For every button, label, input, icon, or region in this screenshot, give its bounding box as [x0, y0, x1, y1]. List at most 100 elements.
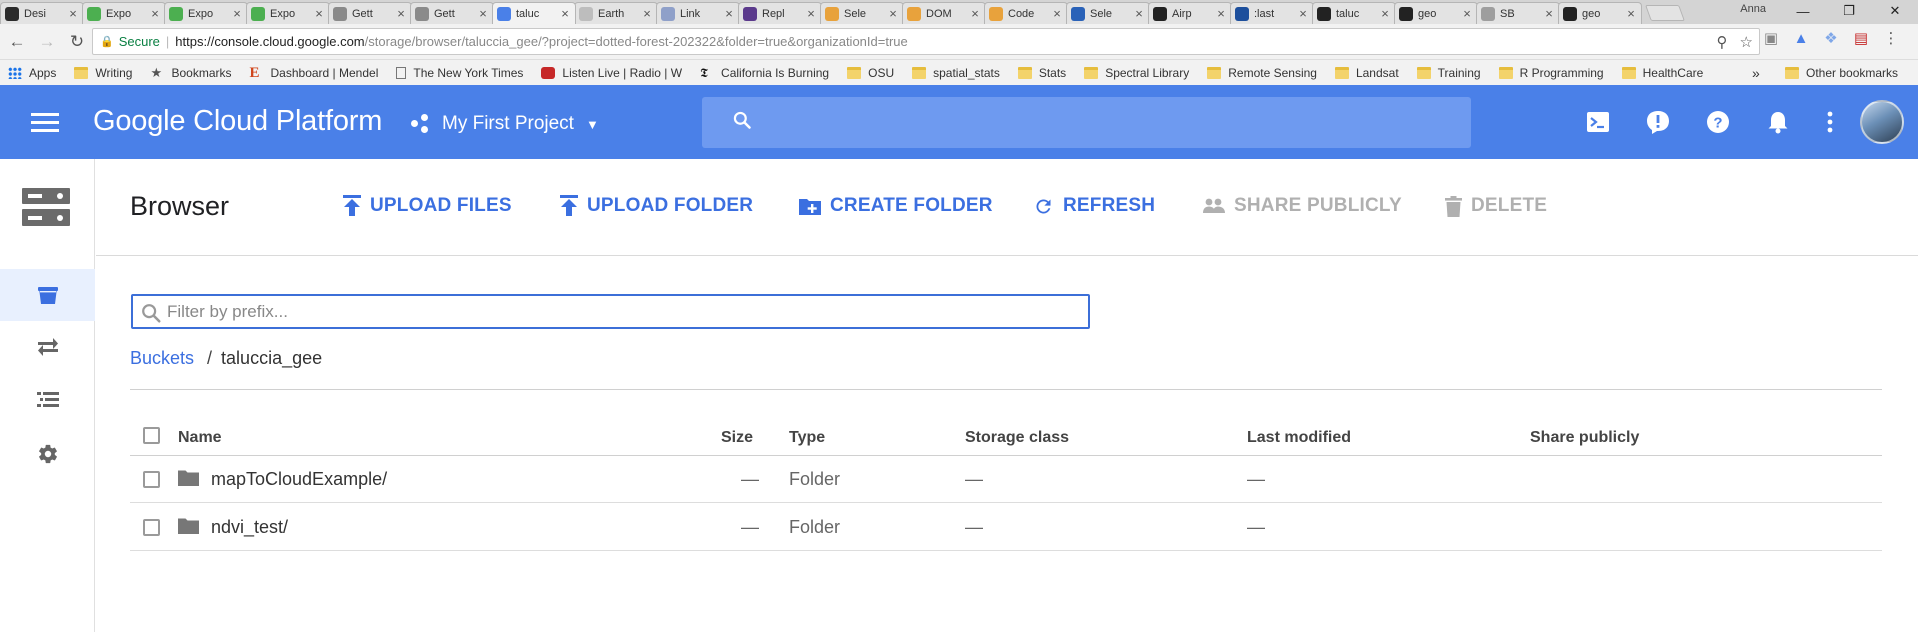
maximize-icon[interactable]: ❐	[1826, 0, 1872, 22]
new-tab-button[interactable]	[1645, 5, 1685, 21]
bookmark-item[interactable]: E Dashboard | Mendel	[250, 65, 379, 80]
browser-tab[interactable]: Earth ×	[574, 2, 658, 24]
tab-close-icon[interactable]: ×	[313, 6, 325, 21]
row-name-link[interactable]: ndvi_test/	[211, 517, 288, 538]
browser-tab[interactable]: geo ×	[1558, 2, 1642, 24]
chrome-menu-icon[interactable]: ⋮	[1882, 29, 1900, 47]
tab-close-icon[interactable]: ×	[231, 6, 243, 21]
row-checkbox[interactable]	[143, 519, 160, 536]
other-bookmarks[interactable]: Other bookmarks	[1785, 66, 1898, 80]
dropbox-icon[interactable]: ❖	[1822, 29, 1840, 47]
browser-tab[interactable]: Expo ×	[164, 2, 248, 24]
forward-icon[interactable]: →	[34, 32, 60, 52]
bookmark-item[interactable]: The New York Times	[396, 66, 523, 80]
bookmark-item[interactable]: Training	[1416, 66, 1481, 80]
address-bar[interactable]: 🔒 Secure | https://console.cloud.google.…	[92, 28, 1760, 55]
browser-tab[interactable]: Gett ×	[410, 2, 494, 24]
column-last-modified[interactable]: Last modified	[1247, 429, 1351, 447]
bookmark-item[interactable]: R Programming	[1498, 66, 1604, 80]
column-storage-class[interactable]: Storage class	[965, 429, 1069, 447]
bookmark-item[interactable]: ★ Bookmarks	[150, 66, 231, 80]
bookmark-item[interactable]: Remote Sensing	[1207, 66, 1317, 80]
tab-close-icon[interactable]: ×	[1133, 6, 1145, 21]
browser-tab[interactable]: Sele ×	[1066, 2, 1150, 24]
bookmark-item[interactable]: OSU	[847, 66, 894, 80]
bookmarks-overflow-icon[interactable]: »	[1752, 65, 1760, 81]
help-icon[interactable]: ?	[1688, 110, 1748, 134]
tab-close-icon[interactable]: ×	[1051, 6, 1063, 21]
extension-graduation-icon[interactable]: ▲	[1792, 29, 1810, 47]
refresh-button[interactable]: REFRESH	[1033, 195, 1155, 217]
extension-gray-icon[interactable]: ▣	[1762, 29, 1780, 47]
minimize-icon[interactable]: —	[1780, 0, 1826, 22]
hamburger-menu-icon[interactable]	[31, 113, 59, 133]
bookmark-item[interactable]: Landsat	[1334, 66, 1399, 80]
more-vert-icon[interactable]	[1808, 111, 1852, 133]
breadcrumb-buckets-link[interactable]: Buckets	[130, 348, 194, 369]
avatar[interactable]	[1860, 100, 1904, 144]
zoom-icon[interactable]: ⚲	[1717, 33, 1728, 51]
browser-tab[interactable]: Link ×	[656, 2, 740, 24]
brand-title[interactable]: Google Cloud Platform	[93, 105, 382, 138]
tab-close-icon[interactable]: ×	[723, 6, 735, 21]
tab-close-icon[interactable]: ×	[1461, 6, 1473, 21]
create-folder-button[interactable]: CREATE FOLDER	[799, 195, 993, 217]
bookmark-item[interactable]: Stats	[1017, 66, 1066, 80]
rail-transfer[interactable]	[0, 321, 95, 373]
pdf-icon[interactable]: ▤	[1852, 29, 1870, 47]
back-icon[interactable]: ←	[4, 32, 30, 52]
column-share-publicly[interactable]: Share publicly	[1530, 429, 1639, 447]
filter-input[interactable]	[167, 301, 1047, 322]
tab-close-icon[interactable]: ×	[1379, 6, 1391, 21]
tab-close-icon[interactable]: ×	[641, 6, 653, 21]
column-type[interactable]: Type	[789, 429, 825, 447]
tab-close-icon[interactable]: ×	[395, 6, 407, 21]
tab-close-icon[interactable]: ×	[1215, 6, 1227, 21]
browser-tab[interactable]: geo ×	[1394, 2, 1478, 24]
tab-close-icon[interactable]: ×	[67, 6, 79, 21]
table-row[interactable]: mapToCloudExample/ — Folder — —	[130, 456, 1882, 503]
tab-close-icon[interactable]: ×	[805, 6, 817, 21]
browser-tab[interactable]: Repl ×	[738, 2, 822, 24]
tab-close-icon[interactable]: ×	[969, 6, 981, 21]
browser-tab[interactable]: Desi ×	[0, 2, 84, 24]
notifications-alert-icon[interactable]	[1628, 109, 1688, 135]
browser-tab[interactable]: :last ×	[1230, 2, 1314, 24]
tab-close-icon[interactable]: ×	[1625, 6, 1637, 21]
tab-close-icon[interactable]: ×	[477, 6, 489, 21]
project-selector[interactable]: My First Project ▼	[411, 113, 599, 135]
tab-close-icon[interactable]: ×	[1543, 6, 1555, 21]
column-size[interactable]: Size	[721, 429, 753, 447]
browser-tab[interactable]: Sele ×	[820, 2, 904, 24]
browser-tab[interactable]: Expo ×	[246, 2, 330, 24]
profile-name[interactable]: Anna	[1740, 3, 1766, 15]
filter-field[interactable]	[131, 294, 1090, 329]
tab-close-icon[interactable]: ×	[149, 6, 161, 21]
notifications-bell-icon[interactable]	[1748, 110, 1808, 134]
search-bar[interactable]	[702, 97, 1471, 148]
upload-folder-button[interactable]: UPLOAD FOLDER	[560, 195, 753, 217]
select-all-checkbox[interactable]	[143, 427, 160, 444]
column-name[interactable]: Name	[178, 429, 222, 447]
tab-close-icon[interactable]: ×	[559, 6, 571, 21]
reload-icon[interactable]: ↻	[64, 32, 90, 52]
browser-tab[interactable]: Gett ×	[328, 2, 412, 24]
browser-tab[interactable]: Expo ×	[82, 2, 166, 24]
browser-tab[interactable]: taluc ×	[1312, 2, 1396, 24]
tab-close-icon[interactable]: ×	[887, 6, 899, 21]
rail-settings[interactable]	[0, 428, 95, 480]
tab-close-icon[interactable]: ×	[1297, 6, 1309, 21]
bookmark-star-icon[interactable]: ☆	[1740, 33, 1753, 51]
close-window-icon[interactable]: ✕	[1872, 0, 1918, 22]
bookmark-item[interactable]: Apps	[8, 66, 56, 80]
bookmark-item[interactable]: Listen Live | Radio | W	[541, 66, 682, 80]
delete-button[interactable]: DELETE	[1445, 195, 1547, 217]
browser-tab[interactable]: SB ×	[1476, 2, 1560, 24]
row-checkbox[interactable]	[143, 471, 160, 488]
browser-tab[interactable]: taluc ×	[492, 2, 576, 24]
cloud-shell-icon[interactable]	[1568, 111, 1628, 133]
bookmark-item[interactable]: Writing	[74, 66, 132, 80]
bookmark-item[interactable]: Spectral Library	[1084, 66, 1189, 80]
browser-tab[interactable]: Airp ×	[1148, 2, 1232, 24]
browser-tab[interactable]: DOM ×	[902, 2, 986, 24]
